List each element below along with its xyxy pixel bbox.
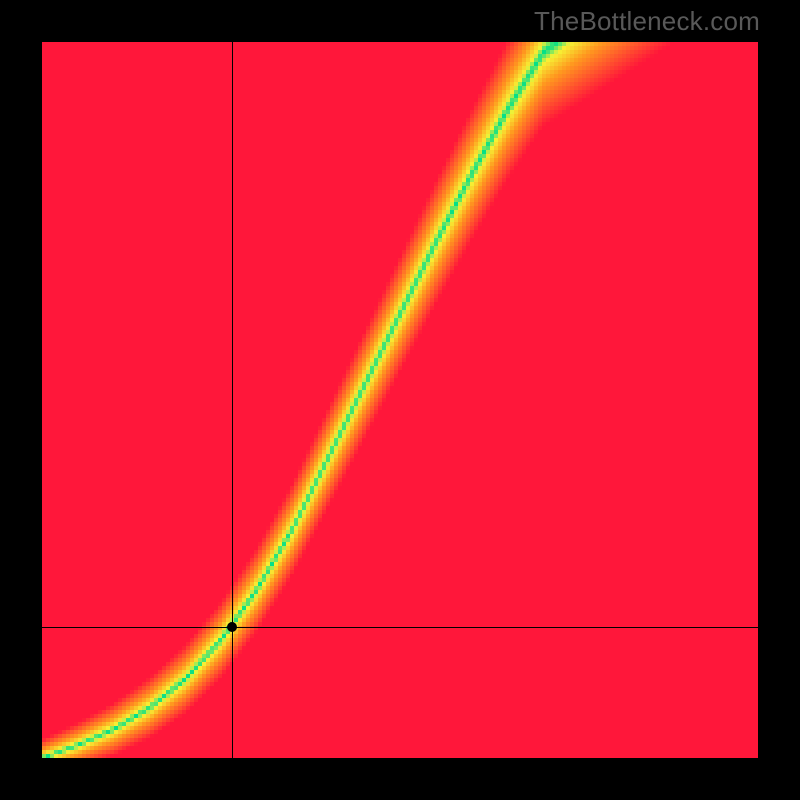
crosshair-vertical (232, 42, 233, 758)
chart-frame: TheBottleneck.com (0, 0, 800, 800)
bottleneck-heatmap (42, 42, 758, 758)
selected-point-marker (227, 622, 237, 632)
watermark-label: TheBottleneck.com (534, 6, 760, 37)
crosshair-horizontal (42, 627, 758, 628)
